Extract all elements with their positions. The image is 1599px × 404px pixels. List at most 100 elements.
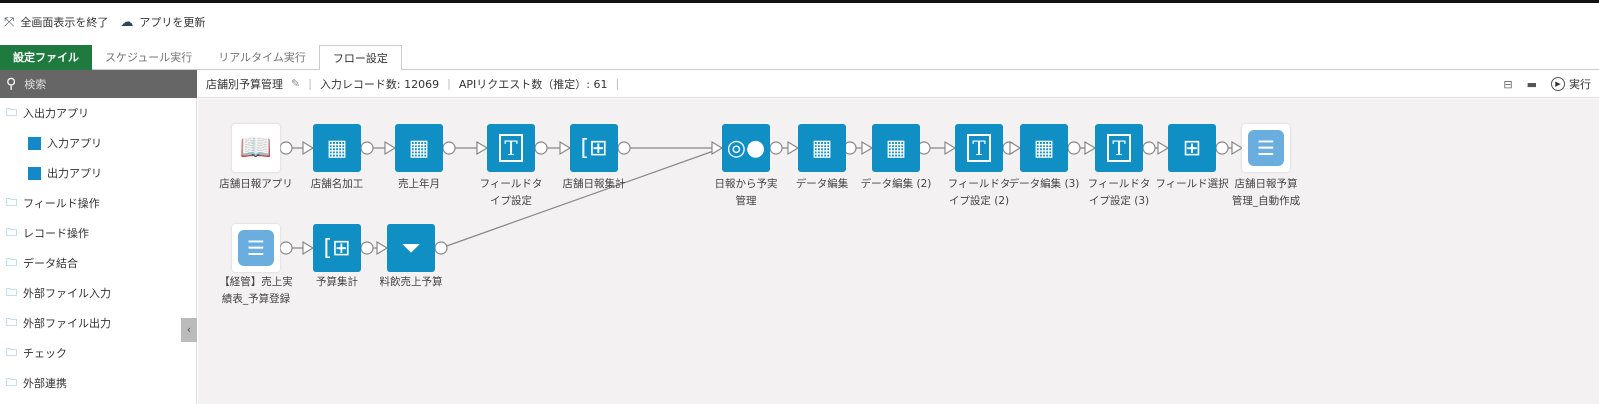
update-app-label: アプリを更新 [139, 16, 206, 29]
sidebar-item-output-app[interactable]: 出力アプリ [0, 158, 196, 188]
folder-gear-icon: 🗀 [6, 255, 17, 269]
node-data-edit[interactable]: ▦ [872, 124, 920, 172]
output-app-icon [28, 166, 41, 180]
tab-settings-file[interactable]: 設定ファイル [0, 45, 92, 70]
sidebar-item-label: データ結合 [23, 257, 78, 270]
table-edit-icon: ▦ [811, 135, 833, 161]
text-type-icon: T [499, 134, 523, 162]
tab-bar: 設定ファイル スケジュール実行 リアルタイム実行 フロー設定 [0, 45, 1599, 71]
compress-icon: ⤧ [4, 14, 15, 30]
list-app-icon: ☰ [238, 230, 274, 266]
ledger-pencil-icon: 📖 [239, 133, 273, 163]
table-edit-icon: ▦ [326, 135, 348, 161]
update-app-button[interactable]: ☁ アプリを更新 [120, 14, 205, 30]
aggregate-icon: [⊞ [580, 135, 608, 161]
run-label: 実行 [1569, 78, 1591, 91]
record-count: 入力レコード数: 12069 [319, 77, 440, 91]
tree-icon[interactable]: ⊟ [1503, 78, 1512, 91]
table-edit-icon: ▦ [408, 135, 430, 161]
run-button[interactable]: ▶ 実行 [1551, 76, 1591, 92]
column-select-icon: ⊞ [1182, 135, 1202, 161]
input-app-icon [28, 136, 41, 150]
folder-gear-icon: 🗀 [6, 225, 17, 239]
sidebar-item-label: 入出力アプリ [23, 107, 89, 120]
node-field-type[interactable]: T [955, 124, 1003, 172]
node-aggregate[interactable]: [⊞ [570, 124, 618, 172]
node-label: 売上年月 [398, 178, 440, 190]
sidebar-item-external[interactable]: 🗀 外部連携 [0, 368, 196, 398]
aggregate-icon: [⊞ [323, 235, 351, 261]
node-data-edit[interactable]: ▦ [395, 124, 443, 172]
list-app-icon: ☰ [1248, 130, 1284, 166]
node-label: 日報から予実管理 [714, 178, 778, 207]
sidebar-item-label: レコード操作 [23, 227, 89, 240]
node-label: フィールドタイプ設定 (3) [1087, 178, 1151, 207]
api-count: APIリクエスト数（推定）: 61 [458, 77, 608, 91]
node-data-edit[interactable]: ▦ [798, 124, 846, 172]
toolbar: ⤧ 全画面表示を終了 ☁ アプリを更新 [0, 12, 211, 32]
folder-gear-icon: 🗀 [6, 105, 17, 119]
sidebar-item-file-input[interactable]: 🗀 外部ファイル入力 [0, 278, 196, 308]
search-input[interactable]: ⚲ 検索 [0, 70, 197, 98]
sidebar-item-input-app[interactable]: 入力アプリ [0, 128, 196, 158]
cloud-upload-icon: ☁ [120, 14, 134, 30]
sidebar-item-record-ops[interactable]: 🗀 レコード操作 [0, 218, 196, 248]
node-label: フィールド選択 [1155, 178, 1229, 190]
node-label: 【経管】売上実績表_予算登録 [219, 276, 293, 305]
sidebar: 🗀 入出力アプリ 入力アプリ 出力アプリ 🗀 フィールド操作 🗀 レコード操作 🗀 デー… [0, 98, 197, 404]
node-input-app[interactable]: 📖 [232, 124, 280, 172]
tab-schedule[interactable]: スケジュール実行 [92, 45, 205, 70]
folder-gear-icon: 🗀 [6, 345, 17, 359]
info-bar: 店舗別予算管理 ✎ | 入力レコード数: 12069 | APIリクエスト数（推定）… [198, 70, 1599, 98]
tab-realtime[interactable]: リアルタイム実行 [205, 45, 319, 70]
window-top-border [0, 0, 1599, 3]
comment-icon[interactable]: ▬ [1527, 78, 1537, 91]
table-edit-icon: ▦ [885, 135, 907, 161]
sidebar-item-label: フィールド操作 [23, 197, 100, 210]
search-placeholder: 検索 [24, 78, 47, 91]
sidebar-item-file-output[interactable]: 🗀 外部ファイル出力 [0, 308, 196, 338]
sidebar-item-label: 外部連携 [23, 377, 67, 390]
node-field-type[interactable]: T [1095, 124, 1143, 172]
sidebar-item-data-join[interactable]: 🗀 データ結合 [0, 248, 196, 278]
sidebar-item-label: 外部ファイル出力 [23, 317, 111, 330]
exit-fullscreen-button[interactable]: ⤧ 全画面表示を終了 [4, 14, 108, 30]
node-input-app[interactable]: ☰ [232, 224, 280, 272]
node-join[interactable]: ◎● [722, 124, 770, 172]
node-label: データ編集 (2) [860, 178, 932, 190]
tab-flow-settings[interactable]: フロー設定 [318, 45, 402, 71]
folder-gear-icon: 🗀 [6, 195, 17, 209]
node-label: 料飲売上予算 [379, 276, 443, 288]
node-label: データ編集 (3) [1008, 178, 1080, 190]
collapse-sidebar-button[interactable]: ‹ [181, 318, 197, 342]
flow-canvas[interactable]: 📖 ▦ ▦ T [⊞ ◎● ▦ ▦ T ▦ T ⊞ ☰ ☰ [⊞ ⏷ 店舗日報ア… [198, 99, 1599, 404]
sidebar-item-label: チェック [23, 347, 67, 360]
node-field-select[interactable]: ⊞ [1168, 124, 1216, 172]
node-output-app[interactable]: ☰ [1242, 124, 1290, 172]
search-icon: ⚲ [6, 76, 17, 92]
join-circles-icon: ◎● [726, 135, 766, 161]
flow-name: 店舗別予算管理 [206, 77, 283, 91]
filter-funnel-icon: ⏷ [401, 234, 421, 262]
node-data-edit[interactable]: ▦ [313, 124, 361, 172]
sidebar-item-label: 外部ファイル入力 [23, 287, 111, 300]
node-data-edit[interactable]: ▦ [1020, 124, 1068, 172]
exit-fullscreen-label: 全画面表示を終了 [20, 16, 109, 29]
folder-gear-icon: 🗀 [6, 285, 17, 299]
node-label: 店舗名加工 [310, 178, 364, 190]
text-type-icon: T [1107, 134, 1131, 162]
sidebar-item-io-apps[interactable]: 🗀 入出力アプリ [0, 98, 196, 128]
text-type-icon: T [967, 134, 991, 162]
sidebar-item-label: 出力アプリ [47, 167, 102, 180]
sidebar-item-field-ops[interactable]: 🗀 フィールド操作 [0, 188, 196, 218]
node-filter[interactable]: ⏷ [387, 224, 435, 272]
table-edit-icon: ▦ [1033, 135, 1055, 161]
node-label: フィールドタイプ設定 [479, 178, 543, 207]
sidebar-item-check[interactable]: 🗀 チェック [0, 338, 196, 368]
node-field-type[interactable]: T [487, 124, 535, 172]
edit-icon[interactable]: ✎ [291, 77, 300, 90]
folder-gear-icon: 🗀 [6, 375, 17, 389]
node-label: 店舗日報アプリ [219, 178, 293, 190]
node-aggregate[interactable]: [⊞ [313, 224, 361, 272]
node-label: 店舗日報集計 [562, 178, 626, 190]
